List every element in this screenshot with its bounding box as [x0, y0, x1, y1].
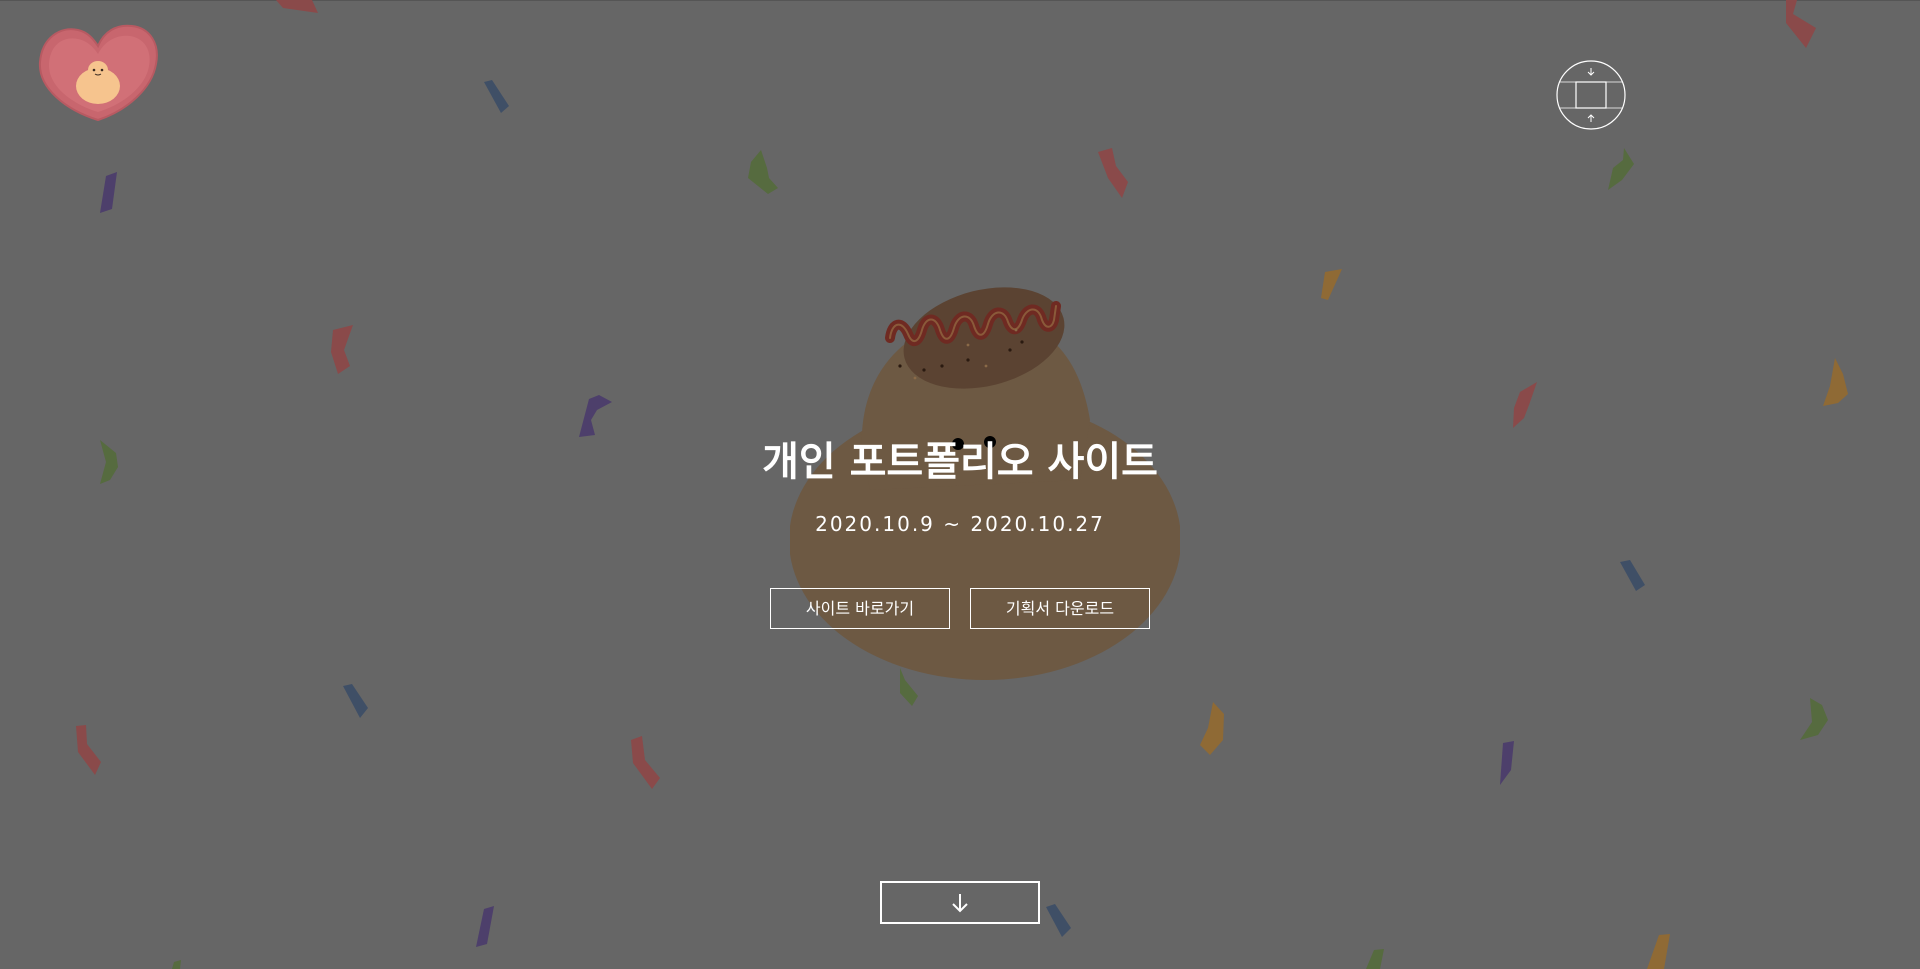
confetti-piece	[276, 0, 318, 13]
confetti-piece	[484, 80, 509, 113]
confetti-piece	[331, 325, 353, 374]
confetti-piece	[1608, 148, 1634, 190]
download-plan-button[interactable]: 기획서 다운로드	[970, 588, 1150, 629]
confetti-piece	[1500, 741, 1514, 785]
confetti-piece	[1321, 269, 1342, 300]
logo[interactable]	[36, 22, 160, 122]
arrow-down-icon	[952, 893, 968, 912]
confetti-piece	[1098, 148, 1128, 198]
scroll-down-button[interactable]	[880, 881, 1040, 924]
confetti-piece	[1366, 949, 1384, 969]
confetti-piece	[476, 906, 494, 947]
confetti-piece	[1647, 934, 1670, 969]
fullscreen-toggle-button[interactable]	[1556, 60, 1626, 130]
confetti-piece	[172, 960, 181, 969]
confetti-piece	[100, 172, 117, 213]
confetti-piece	[343, 684, 368, 718]
confetti-piece	[748, 150, 778, 194]
project-period: 2020.10.9 ~ 2020.10.27	[815, 512, 1105, 536]
visit-site-button[interactable]: 사이트 바로가기	[770, 588, 950, 629]
confetti-piece	[1800, 698, 1828, 740]
heart-chick-logo-icon	[38, 24, 158, 122]
page-title: 개인 포트폴리오 사이트	[762, 439, 1158, 485]
confetti-piece	[631, 736, 660, 789]
hero-stage: 개인 포트폴리오 사이트 2020.10.9 ~ 2020.10.27 사이트 …	[0, 0, 1920, 969]
confetti-piece	[1786, 0, 1816, 48]
confetti-piece	[1046, 904, 1071, 937]
confetti-piece	[1823, 358, 1848, 406]
confetti-piece	[1200, 702, 1224, 755]
confetti-piece	[1513, 382, 1537, 428]
confetti-piece	[76, 725, 101, 775]
fullscreen-toggle-icon	[1556, 60, 1626, 130]
hero-button-group: 사이트 바로가기 기획서 다운로드	[0, 588, 1920, 629]
hero-content: 개인 포트폴리오 사이트 2020.10.9 ~ 2020.10.27 사이트 …	[0, 430, 1920, 629]
